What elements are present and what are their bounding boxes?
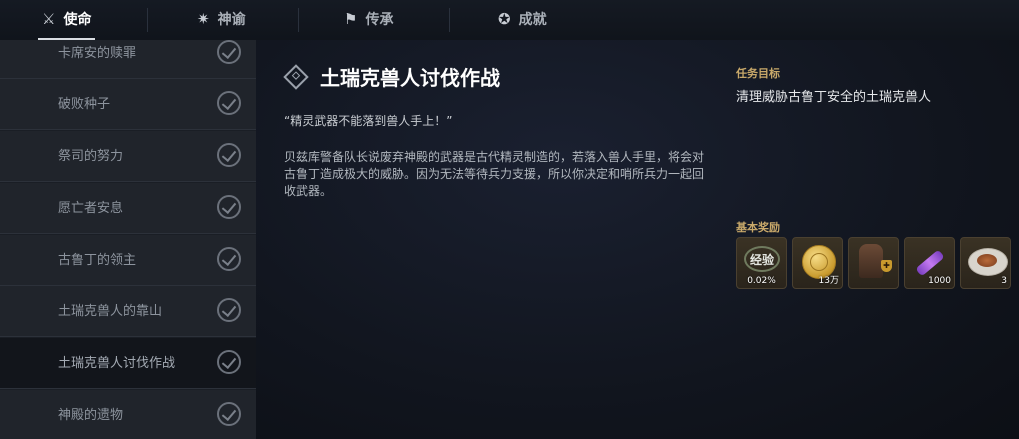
tab-divider bbox=[147, 8, 148, 32]
shield-icon: ✚ bbox=[881, 260, 892, 272]
medal-icon: ✪ bbox=[498, 10, 511, 28]
reward-qty: 0.02% bbox=[747, 276, 776, 286]
tab-achievement[interactable]: ✪ 成就 bbox=[498, 0, 547, 38]
star-icon: ✷ bbox=[197, 10, 210, 28]
check-icon bbox=[217, 143, 241, 167]
list-item[interactable]: 土瑞克兽人的靠山 bbox=[0, 286, 256, 337]
mission-list[interactable]: 卡席安的赎罪 破败种子 祭司的努力 愿亡者安息 古鲁丁的领主 土瑞克兽人的靠山 … bbox=[0, 40, 256, 439]
tab-inheritance[interactable]: ⚑ 传承 bbox=[344, 0, 393, 38]
reward-exp[interactable]: 经验 0.02% bbox=[736, 237, 787, 289]
mission-label: 神殿的遗物 bbox=[58, 408, 124, 423]
reward-food[interactable]: 3 bbox=[960, 237, 1011, 289]
mission-quote: “精灵武器不能落到兽人手上！” bbox=[284, 114, 453, 128]
reward-qty: 1000 bbox=[928, 276, 951, 286]
tab-label: 成就 bbox=[518, 12, 547, 28]
mission-label: 祭司的努力 bbox=[58, 149, 124, 164]
list-item[interactable]: 古鲁丁的领主 bbox=[0, 235, 256, 286]
check-icon bbox=[217, 247, 241, 271]
tab-label: 神谕 bbox=[217, 12, 246, 28]
list-item-selected[interactable]: 土瑞克兽人讨伐作战 bbox=[0, 338, 256, 389]
mission-label: 土瑞克兽人的靠山 bbox=[58, 304, 163, 319]
check-icon bbox=[217, 91, 241, 115]
check-icon bbox=[217, 350, 241, 374]
rewards-list: 经验 0.02% 13万 ✚ 1000 3 bbox=[736, 237, 1011, 289]
mission-detail-panel: 土瑞克兽人讨伐作战 “精灵武器不能落到兽人手上！” 贝兹库警备队长说废弃神殿的武… bbox=[256, 40, 1019, 439]
check-icon bbox=[217, 195, 241, 219]
objective-heading: 任务目标 bbox=[736, 67, 780, 80]
check-icon bbox=[217, 402, 241, 426]
tab-divider bbox=[298, 8, 299, 32]
exp-icon: 经验 bbox=[744, 246, 780, 272]
tab-mission[interactable]: ⚔ 使命 bbox=[37, 0, 96, 40]
reward-scroll[interactable]: 1000 bbox=[904, 237, 955, 289]
list-item[interactable]: 祭司的努力 bbox=[0, 131, 256, 182]
scroll-icon bbox=[915, 249, 945, 277]
mission-label: 破败种子 bbox=[58, 97, 111, 112]
list-item[interactable]: 愿亡者安息 bbox=[0, 183, 256, 234]
list-item[interactable]: 神殿的遗物 bbox=[0, 390, 256, 439]
flag-icon: ⚑ bbox=[344, 10, 358, 28]
cloak-icon bbox=[859, 244, 883, 278]
mission-title-row: 土瑞克兽人讨伐作战 bbox=[283, 62, 500, 91]
mission-label: 土瑞克兽人讨伐作战 bbox=[58, 356, 176, 371]
objective-text: 清理威胁古鲁丁安全的土瑞克兽人 bbox=[736, 90, 932, 105]
check-icon bbox=[217, 298, 241, 322]
tab-divider bbox=[449, 8, 450, 32]
reward-gold[interactable]: 13万 bbox=[792, 237, 843, 289]
tab-oracle[interactable]: ✷ 神谕 bbox=[197, 0, 246, 38]
mission-emblem-icon bbox=[283, 63, 309, 90]
tab-label: 传承 bbox=[365, 12, 394, 28]
check-icon bbox=[217, 40, 241, 64]
mission-label: 卡席安的赎罪 bbox=[58, 46, 137, 61]
tab-label: 使命 bbox=[63, 12, 92, 28]
mission-label: 愿亡者安息 bbox=[58, 201, 124, 216]
top-nav: ⚔ 使命 ✷ 神谕 ⚑ 传承 ✪ 成就 bbox=[0, 0, 1019, 41]
reward-qty: 3 bbox=[1001, 276, 1007, 286]
mission-description: 贝兹库警备队长说废弃神殿的武器是古代精灵制造的，若落入兽人手里，将会对古鲁丁造成… bbox=[284, 150, 705, 198]
mission-label: 古鲁丁的领主 bbox=[58, 253, 137, 268]
sword-icon: ⚔ bbox=[42, 10, 56, 28]
rewards-heading: 基本奖励 bbox=[736, 221, 780, 234]
reward-cloak[interactable]: ✚ bbox=[848, 237, 899, 289]
food-plate-icon bbox=[968, 248, 1008, 276]
list-item[interactable]: 破败种子 bbox=[0, 79, 256, 130]
mission-title: 土瑞克兽人讨伐作战 bbox=[320, 66, 500, 90]
reward-qty: 13万 bbox=[818, 276, 839, 286]
list-item[interactable]: 卡席安的赎罪 bbox=[0, 40, 256, 79]
